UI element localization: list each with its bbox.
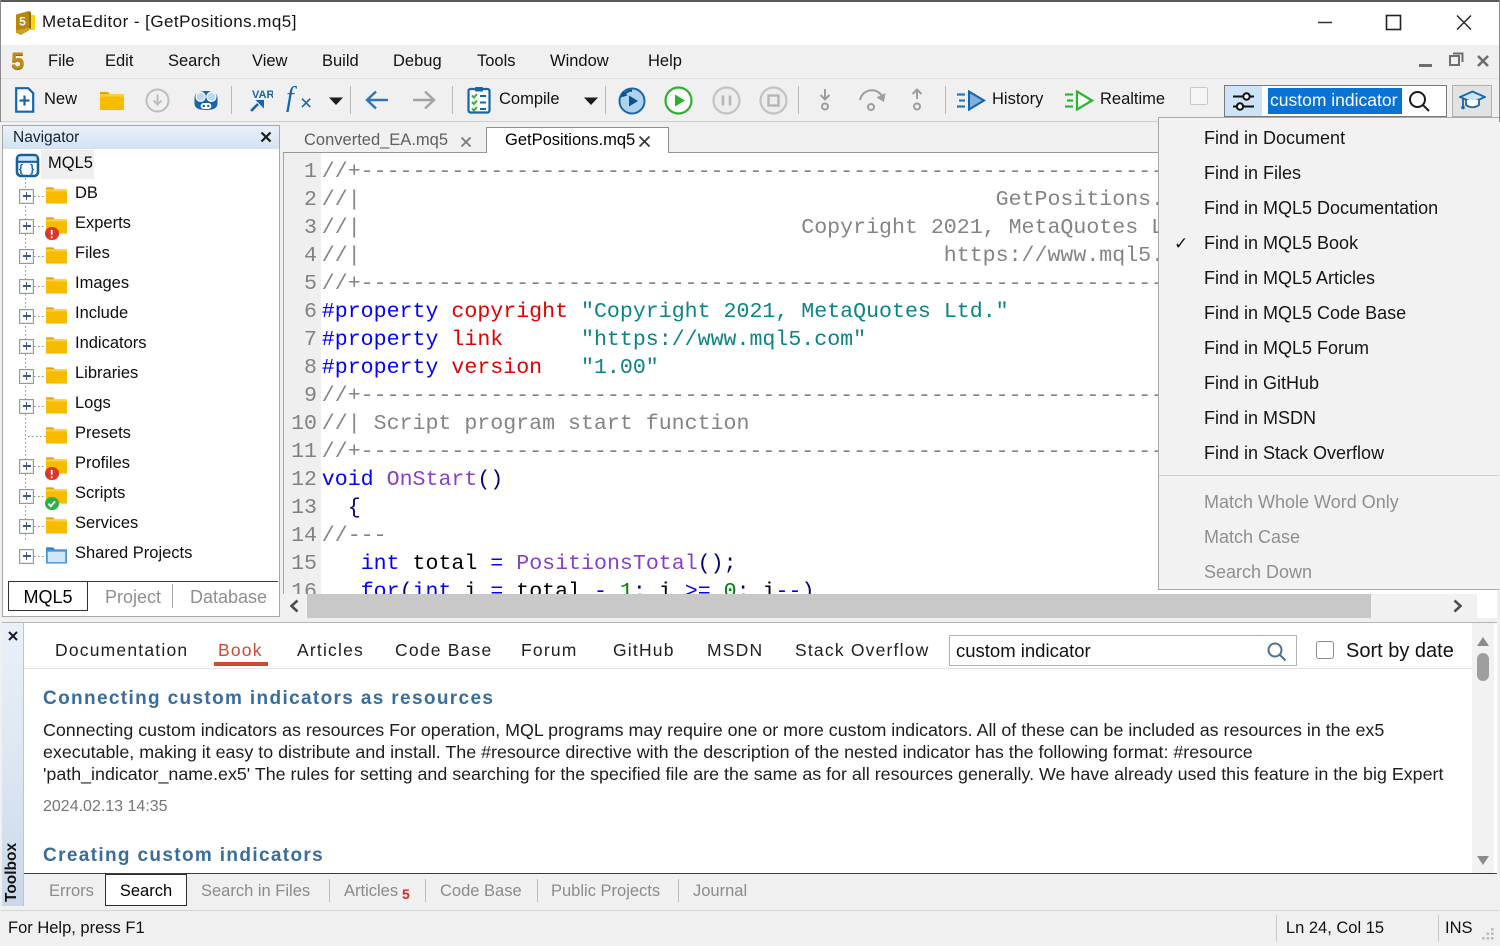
svg-text:{ }: { }	[19, 163, 37, 175]
svg-text:VAR: VAR	[252, 89, 273, 101]
svg-text:5: 5	[19, 15, 26, 29]
